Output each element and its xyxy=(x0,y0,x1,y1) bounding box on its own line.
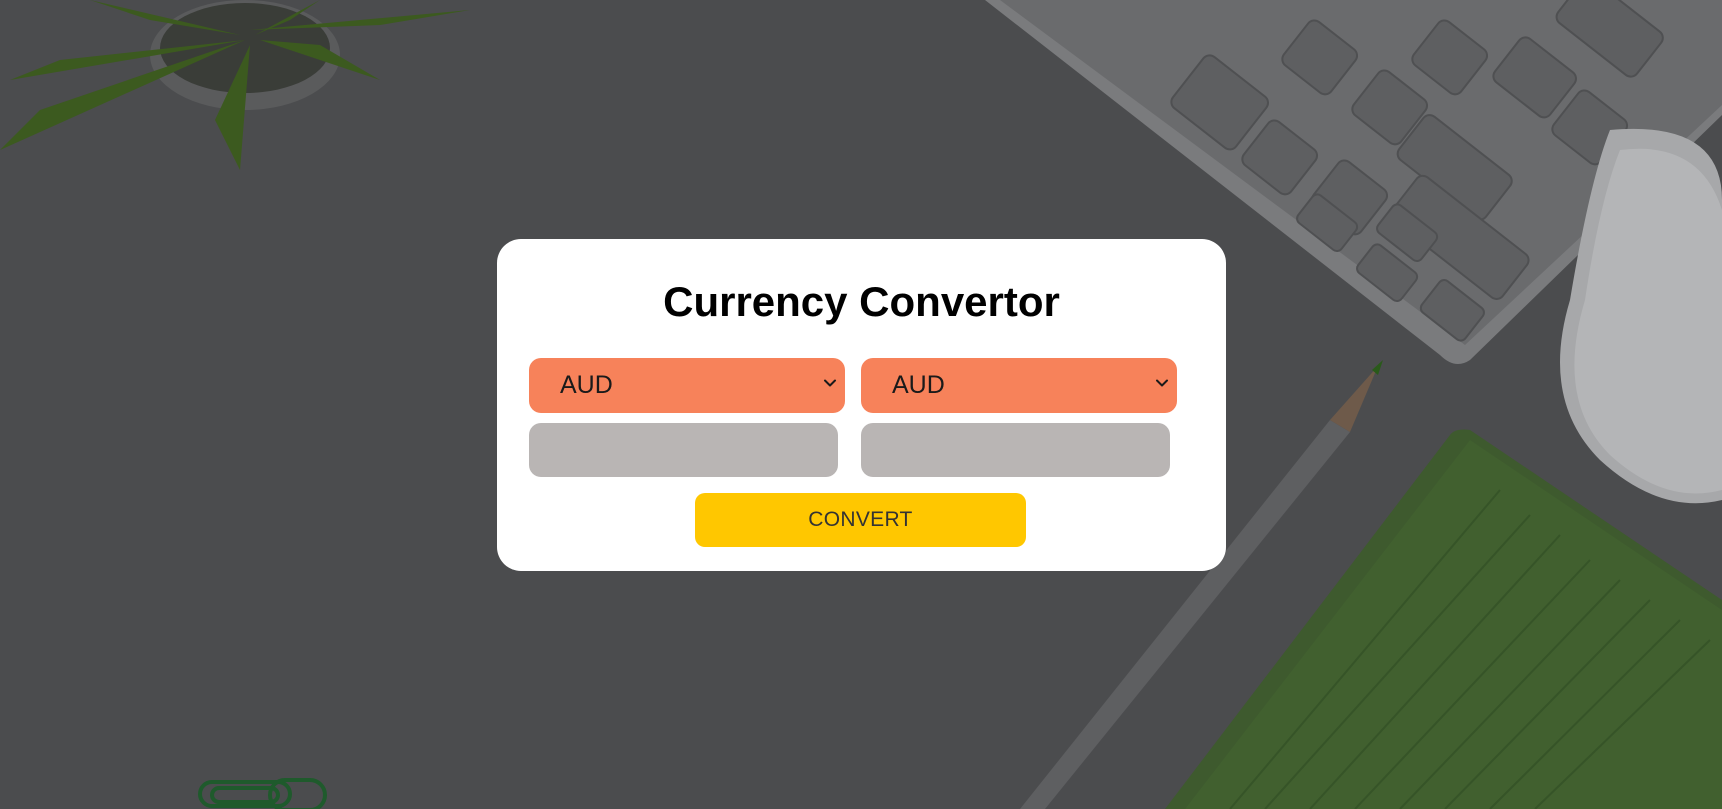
from-currency-value: AUD xyxy=(560,371,613,399)
chevron-down-icon xyxy=(824,379,836,387)
chevron-down-icon xyxy=(1156,379,1168,387)
page-title: Currency Convertor xyxy=(663,278,1060,325)
to-currency-select[interactable]: AUD xyxy=(861,358,1177,413)
to-amount-input[interactable] xyxy=(861,423,1170,477)
currency-converter-card: Currency Convertor AUD AUD CONVERT xyxy=(497,239,1226,571)
to-currency-value: AUD xyxy=(892,371,945,399)
from-currency-select[interactable]: AUD xyxy=(529,358,845,413)
from-amount-input[interactable] xyxy=(529,423,838,477)
convert-button[interactable]: CONVERT xyxy=(695,493,1026,547)
